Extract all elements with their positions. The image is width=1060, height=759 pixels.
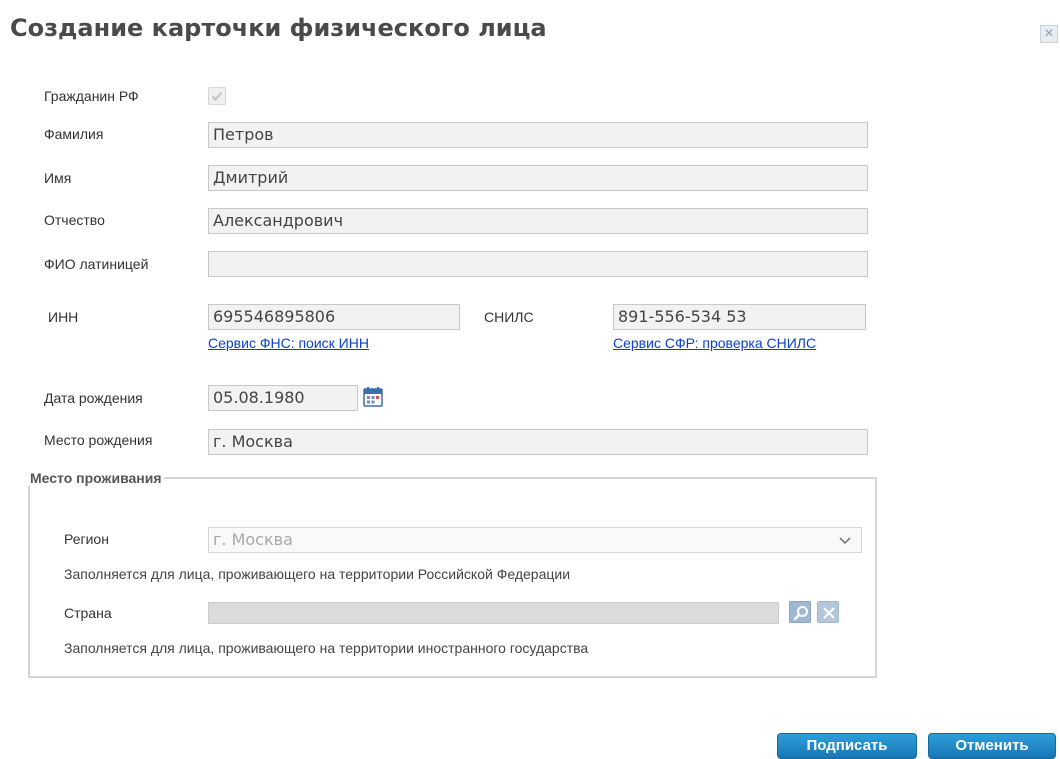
region-select[interactable]: г. Москва <box>208 527 862 553</box>
snils-label: СНИЛС <box>484 309 534 325</box>
country-hint: Заполняется для лица, проживающего на те… <box>64 640 589 656</box>
region-value: г. Москва <box>213 530 293 549</box>
citizen-checkbox[interactable] <box>208 87 226 105</box>
patronymic-field[interactable]: Александрович <box>208 208 868 234</box>
close-icon[interactable]: × <box>1040 25 1058 43</box>
latin-name-label: ФИО латиницей <box>44 256 149 272</box>
birth-date-label: Дата рождения <box>44 390 143 406</box>
firstname-field[interactable]: Дмитрий <box>208 165 868 191</box>
country-field[interactable] <box>208 602 779 624</box>
dialog-title: Создание карточки физического лица <box>10 14 547 42</box>
lastname-field[interactable]: Петров <box>208 122 868 148</box>
firstname-label: Имя <box>44 170 72 186</box>
calendar-icon[interactable] <box>362 386 384 408</box>
latin-name-field[interactable] <box>208 251 868 277</box>
patronymic-label: Отчество <box>44 212 105 228</box>
country-label: Страна <box>64 605 112 621</box>
region-label: Регион <box>64 531 109 547</box>
snils-service-link[interactable]: Сервис СФР: проверка СНИЛС <box>613 335 816 351</box>
residence-legend: Место проживания <box>30 470 162 486</box>
lastname-label: Фамилия <box>44 126 104 142</box>
citizen-label: Гражданин РФ <box>44 88 139 104</box>
sign-button[interactable]: Подписать <box>777 733 917 759</box>
inn-field[interactable]: 695546895806 <box>208 304 460 330</box>
region-hint: Заполняется для лица, проживающего на те… <box>64 566 571 582</box>
clear-icon[interactable] <box>817 601 839 623</box>
snils-field[interactable]: 891-556-534 53 <box>613 304 866 330</box>
birth-date-field[interactable]: 05.08.1980 <box>208 385 358 411</box>
birth-place-label: Место рождения <box>44 432 153 448</box>
inn-label: ИНН <box>48 309 79 325</box>
inn-service-link[interactable]: Сервис ФНС: поиск ИНН <box>208 335 369 351</box>
birth-place-field[interactable]: г. Москва <box>208 429 868 455</box>
cancel-button[interactable]: Отменить <box>928 733 1056 759</box>
search-icon[interactable] <box>789 601 811 623</box>
checkmark-icon <box>211 91 223 101</box>
chevron-down-icon <box>839 530 851 558</box>
